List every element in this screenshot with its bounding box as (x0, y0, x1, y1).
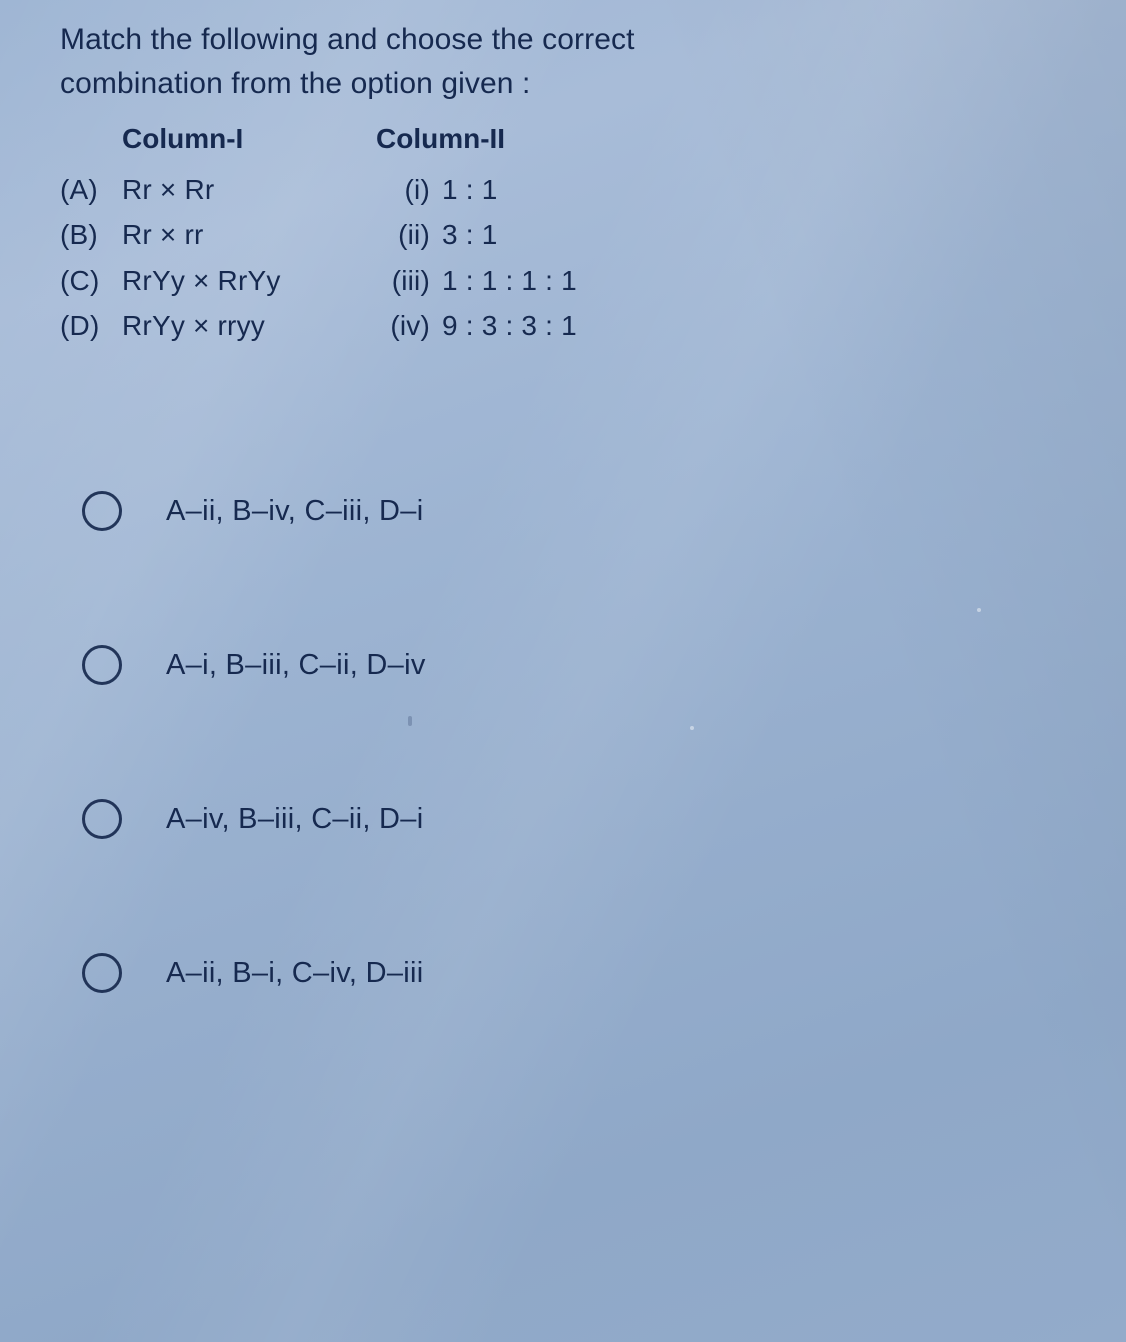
row-number: (iv) (390, 310, 430, 342)
dust-speck (690, 726, 694, 730)
table-row-left: (A) Rr × Rr (60, 167, 380, 212)
answer-options: A–ii, B–iv, C–iii, D–i A–i, B–iii, C–ii,… (60, 434, 1092, 1050)
row-cross: RrYy × rryy (122, 310, 265, 342)
radio-button-icon[interactable] (82, 799, 122, 840)
radio-button-icon[interactable] (82, 491, 122, 532)
row-number: (iii) (391, 264, 430, 296)
row-cross: RrYy × RrYy (122, 264, 281, 296)
option-3[interactable]: A–iv, B–iii, C–ii, D–i (60, 742, 1092, 896)
row-cross: Rr × Rr (122, 174, 215, 205)
row-tag: (C) (60, 264, 100, 296)
option-label: A–ii, B–i, C–iv, D–iii (166, 956, 424, 989)
option-1[interactable]: A–ii, B–iv, C–iii, D–i (60, 434, 1092, 588)
table-row: (B) Rr × rr (ii) 3 : 1 (60, 212, 1092, 257)
option-label: A–ii, B–iv, C–iii, D–i (166, 494, 424, 527)
question-line-2: combination from the option given : (60, 66, 531, 100)
table-row-right: (ii) 3 : 1 (380, 212, 497, 257)
column-1-header: Column-I (122, 123, 244, 154)
option-2[interactable]: A–i, B–iii, C–ii, D–iv (60, 588, 1092, 742)
radio-button-icon[interactable] (82, 953, 122, 994)
question-page: Match the following and choose the corre… (0, 0, 1126, 1050)
row-ratio: 3 : 1 (442, 219, 498, 251)
option-4[interactable]: A–ii, B–i, C–iv, D–iii (60, 896, 1092, 1050)
match-table-header: Column-I Column-II (60, 123, 1092, 155)
row-number: (ii) (398, 219, 430, 251)
option-label: A–iv, B–iii, C–ii, D–i (166, 802, 424, 835)
row-number: (i) (404, 174, 430, 205)
row-ratio: 9 : 3 : 3 : 1 (442, 310, 577, 342)
table-row-right: (iv) 9 : 3 : 3 : 1 (380, 303, 577, 348)
table-row-right: (i) 1 : 1 (380, 167, 498, 212)
table-row-right: (iii) 1 : 1 : 1 : 1 (380, 258, 577, 303)
table-row-left: (D) RrYy × rryy (60, 303, 380, 348)
table-row-left: (B) Rr × rr (60, 212, 380, 257)
row-tag: (A) (60, 174, 98, 205)
dust-speck (408, 716, 412, 726)
row-tag: (B) (60, 219, 98, 251)
question-text: Match the following and choose the corre… (60, 18, 1050, 105)
table-row-left: (C) RrYy × RrYy (60, 258, 380, 303)
table-row: (C) RrYy × RrYy (iii) 1 : 1 : 1 : 1 (60, 258, 1092, 303)
row-ratio: 1 : 1 : 1 : 1 (442, 264, 577, 296)
row-tag: (D) (60, 310, 100, 342)
row-cross: Rr × rr (122, 219, 204, 251)
row-ratio: 1 : 1 (442, 174, 498, 205)
option-label: A–i, B–iii, C–ii, D–iv (166, 648, 426, 681)
table-row: (A) Rr × Rr (i) 1 : 1 (60, 167, 1092, 212)
dust-speck (977, 608, 981, 612)
question-line-1: Match the following and choose the corre… (60, 23, 635, 56)
match-table-body: (A) Rr × Rr (i) 1 : 1 (B) Rr × rr (ii) 3… (60, 167, 1092, 348)
radio-button-icon[interactable] (82, 645, 122, 686)
table-row: (D) RrYy × rryy (iv) 9 : 3 : 3 : 1 (60, 303, 1092, 348)
column-2-header: Column-II (376, 123, 506, 154)
